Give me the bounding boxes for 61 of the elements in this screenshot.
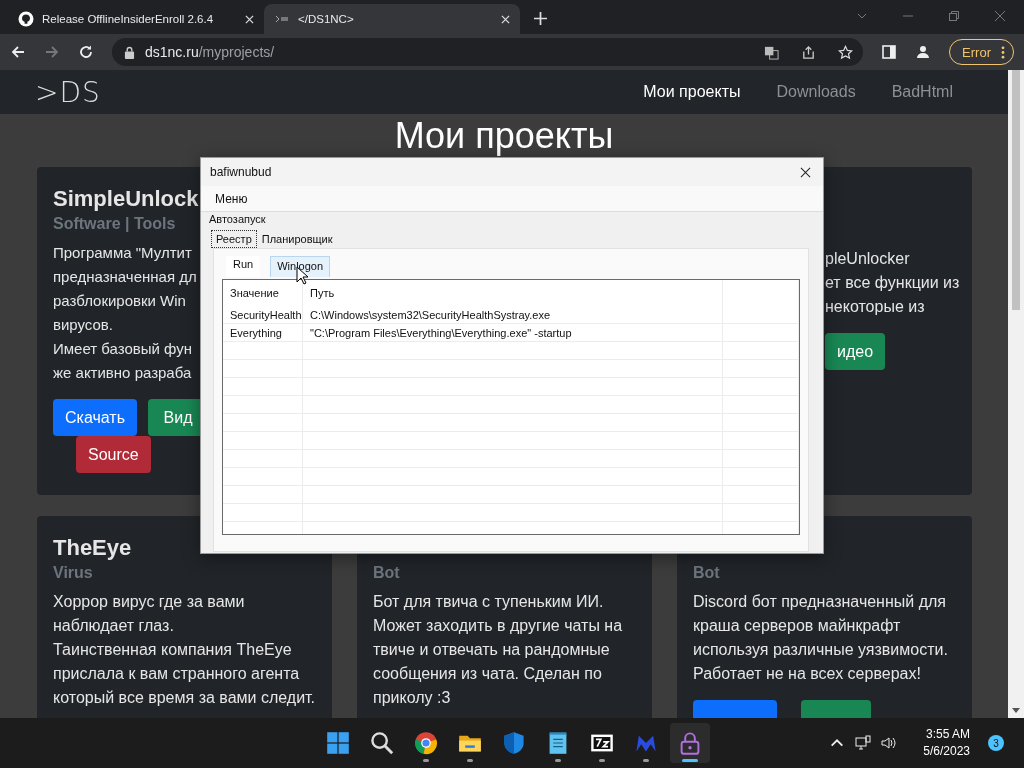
side-panel-icon[interactable]	[881, 44, 898, 60]
lock-icon	[678, 731, 702, 755]
tab[interactable]: Планировщик	[256, 230, 338, 248]
site-logo[interactable]: >DS	[35, 75, 101, 109]
group-label: Автозапуск	[209, 213, 266, 225]
tab-title: </DS1NC>	[298, 13, 355, 25]
nav-link[interactable]: Мои проекты	[643, 83, 741, 101]
search-icon	[370, 731, 394, 755]
restore-icon[interactable]	[948, 10, 960, 22]
clock-date[interactable]: 5/6/2023	[923, 743, 970, 760]
menu-item[interactable]: Меню	[207, 189, 256, 208]
page-heading: Мои проекты	[393, 114, 615, 158]
tab[interactable]: Run	[226, 256, 261, 277]
table-cell: Everything	[223, 324, 303, 341]
card-button[interactable]: Source	[76, 436, 151, 473]
notification-badge[interactable]: 3	[988, 735, 1004, 751]
table-cell: SecurityHealth	[223, 306, 303, 323]
browser-tab[interactable]: </DS1NC>	[264, 4, 520, 34]
translate-icon[interactable]	[764, 44, 780, 60]
shield-icon	[502, 731, 526, 755]
nav-link[interactable]: Downloads	[776, 83, 856, 101]
card-description: Бот для твича с тупеньким ИИ. Может заходить в другие чаты на твиче и отвечать на рандомные сообщения из чата. Сделан по приколу :3	[373, 592, 623, 708]
tab[interactable]: Winlogon	[270, 256, 331, 277]
down-arrow-icon[interactable]	[1012, 708, 1020, 714]
table-cell: C:\Windows\system32\SecurityHealthSystray.exe	[303, 306, 723, 323]
card-button[interactable]: Скачать	[53, 399, 137, 436]
tab-title: Release OfflineInsiderEnroll 2.6.4	[42, 13, 215, 25]
card-description: Discord бот предназначенный для краша серверов майнкрафт используя различные уязвимости. Работает не на всех серверах!	[693, 592, 948, 684]
card-description: Хоррор вирус где за вами наблюдает глаз. Таинственная компания TheEye прислала к вам странного агента который все время за вами следит.	[53, 592, 316, 708]
plus-icon[interactable]	[534, 12, 547, 25]
chrome-icon	[414, 731, 438, 755]
nav-link[interactable]: BadHtml	[891, 83, 953, 101]
url-text: ds1nc.ru/myprojects/	[145, 44, 275, 60]
card-button[interactable]: идео	[825, 333, 886, 370]
scrollbar-thumb[interactable]	[1012, 70, 1020, 310]
taskbar-app[interactable]	[670, 723, 710, 763]
card-subtitle: Bot	[693, 564, 720, 582]
card-title: SimpleUnlock	[53, 185, 199, 213]
profile-icon[interactable]	[915, 44, 932, 60]
windows-logo-icon	[326, 731, 350, 755]
close-icon[interactable]	[800, 166, 811, 178]
card-subtitle: Virus	[53, 564, 93, 582]
card-description: Программа "Мултит предназначенная дл разблокировки Win вирусов. Имеет базовый фун же активно разраба	[53, 243, 197, 383]
lock-icon[interactable]	[124, 45, 135, 59]
back-arrow-icon[interactable]	[10, 44, 26, 60]
browser-tab[interactable]: Release OfflineInsiderEnroll 2.6.4	[8, 4, 264, 34]
clock-time[interactable]: 3:55 AM	[925, 726, 970, 743]
table-cell: "C:\Program Files\Everything\Everything.exe" -startup	[303, 324, 723, 341]
share-icon[interactable]	[801, 44, 817, 60]
reload-icon[interactable]	[78, 44, 94, 60]
scrollbar[interactable]	[1008, 70, 1024, 718]
more-icon[interactable]	[1001, 45, 1005, 59]
window-title: bafiwnubud	[210, 165, 272, 179]
star-icon[interactable]	[838, 44, 854, 60]
card-title: TheEye	[53, 534, 132, 562]
card-subtitle: Software | Tools	[53, 215, 176, 233]
card-subtitle: Bot	[373, 564, 400, 582]
speaker-icon[interactable]	[881, 735, 898, 751]
address-bar[interactable]: ds1nc.ru/myprojects/	[112, 38, 864, 66]
network-icon[interactable]	[855, 735, 872, 751]
card-description: pleUnlocker ет все функции из некоторые из	[825, 249, 960, 317]
